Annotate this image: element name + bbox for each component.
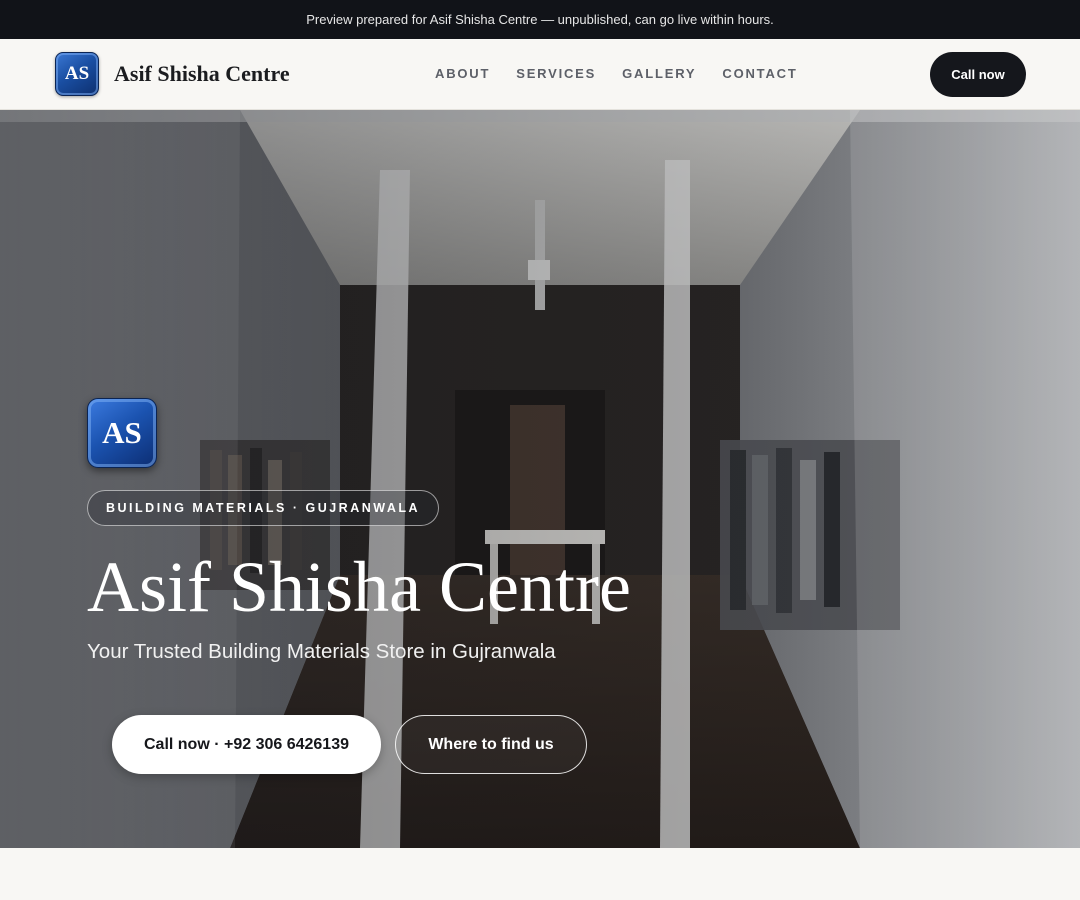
nav-about[interactable]: ABOUT [435,66,490,81]
hero: AS BUILDING MATERIALS · GUJRANWALA Asif … [0,110,1080,848]
main-nav: ABOUT SERVICES GALLERY CONTACT [435,66,824,81]
site-header: AS Asif Shisha Centre ABOUT SERVICES GAL… [0,39,1080,110]
call-now-button[interactable]: Call now [930,52,1026,97]
nav-contact[interactable]: CONTACT [722,66,797,81]
category-badge: BUILDING MATERIALS · GUJRANWALA [87,490,440,526]
nav-gallery[interactable]: GALLERY [622,66,696,81]
hero-title: Asif Shisha Centre [87,547,631,627]
hero-subtitle: Your Trusted Building Materials Store in… [87,640,556,663]
brand-name: Asif Shisha Centre [114,61,290,86]
hero-content: AS BUILDING MATERIALS · GUJRANWALA Asif … [87,398,631,774]
brand[interactable]: AS Asif Shisha Centre [55,52,290,96]
find-us-button[interactable]: Where to find us [395,715,587,774]
logo-icon: AS [55,52,99,96]
call-phone-button[interactable]: Call now · +92 306 6426139 [112,715,381,774]
hero-actions: Call now · +92 306 6426139 Where to find… [112,715,587,774]
preview-banner-text: Preview prepared for Asif Shisha Centre … [306,12,774,27]
preview-banner: Preview prepared for Asif Shisha Centre … [0,0,1080,39]
hero-logo-icon: AS [87,398,157,468]
nav-services[interactable]: SERVICES [516,66,596,81]
